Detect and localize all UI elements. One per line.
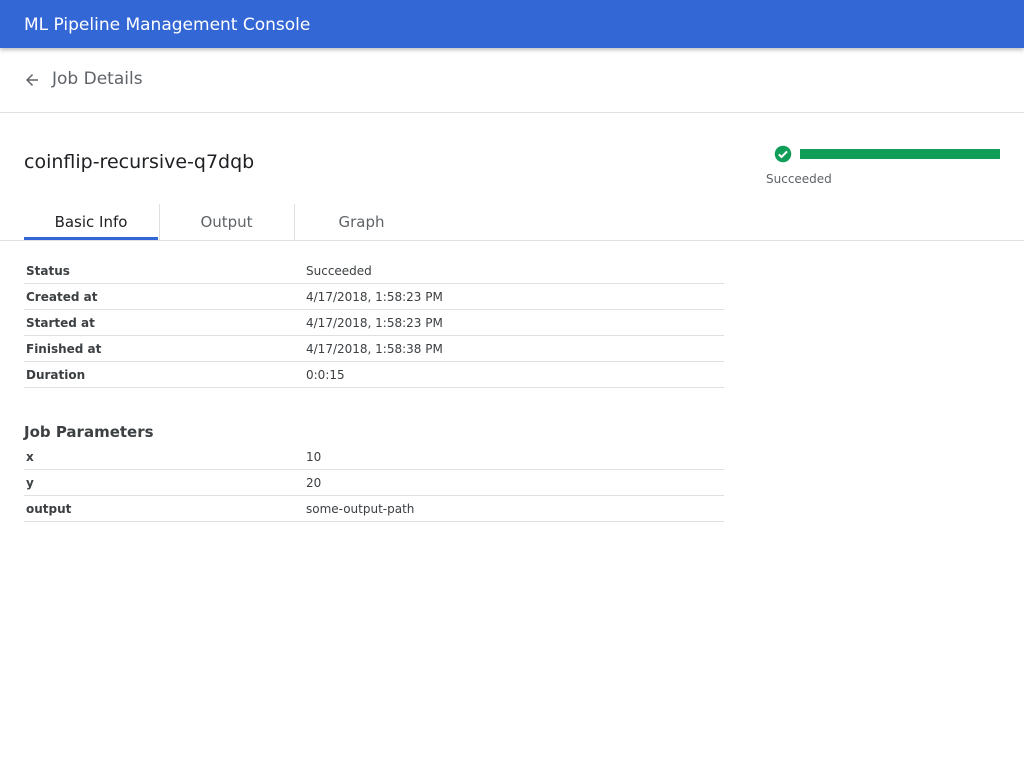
- row-key: x: [26, 450, 34, 464]
- row-value: 4/17/2018, 1:58:38 PM: [306, 342, 443, 356]
- back-button[interactable]: [20, 68, 44, 92]
- arrow-back-icon: [26, 74, 38, 86]
- job-status: Succeeded: [766, 144, 1006, 194]
- row-key: y: [26, 476, 34, 490]
- tab-output[interactable]: Output: [159, 204, 293, 240]
- row-key: Started at: [26, 316, 95, 330]
- check-circle-icon: [774, 145, 792, 163]
- row-value: 0:0:15: [306, 368, 345, 382]
- table-row: Finished at 4/17/2018, 1:58:38 PM: [24, 336, 724, 362]
- app-toolbar: ML Pipeline Management Console: [0, 0, 1024, 48]
- page-title: Job Details: [52, 69, 143, 89]
- tab-graph[interactable]: Graph: [294, 204, 428, 240]
- table-row: Duration 0:0:15: [24, 362, 724, 388]
- row-value: 4/17/2018, 1:58:23 PM: [306, 316, 443, 330]
- row-value: 4/17/2018, 1:58:23 PM: [306, 290, 443, 304]
- status-progress-fill: [800, 149, 1000, 159]
- job-parameters-title: Job Parameters: [24, 423, 154, 441]
- row-value: some-output-path: [306, 502, 415, 516]
- row-key: Finished at: [26, 342, 102, 356]
- page-header: Job Details: [0, 48, 1024, 113]
- status-progress-bar: [800, 149, 1000, 159]
- basic-info-table: Status Succeeded Created at 4/17/2018, 1…: [24, 258, 724, 388]
- job-parameters-table: x 10 y 20 output some-output-path: [24, 444, 724, 522]
- table-row: Created at 4/17/2018, 1:58:23 PM: [24, 284, 724, 310]
- table-row: x 10: [24, 444, 724, 470]
- table-row: Started at 4/17/2018, 1:58:23 PM: [24, 310, 724, 336]
- tab-basic-info[interactable]: Basic Info: [24, 204, 158, 240]
- table-row: y 20: [24, 470, 724, 496]
- row-key: Status: [26, 264, 70, 278]
- row-value: 20: [306, 476, 322, 490]
- job-name: coinflip-recursive-q7dqb: [24, 151, 255, 173]
- row-key: Created at: [26, 290, 98, 304]
- app-title: ML Pipeline Management Console: [24, 15, 311, 35]
- tab-bar: Basic Info Output Graph: [0, 204, 1024, 241]
- row-key: output: [26, 502, 72, 516]
- table-row: output some-output-path: [24, 496, 724, 522]
- status-label: Succeeded: [766, 172, 832, 186]
- row-value: Succeeded: [306, 264, 372, 278]
- row-key: Duration: [26, 368, 86, 382]
- table-row: Status Succeeded: [24, 258, 724, 284]
- active-tab-indicator: [24, 237, 158, 240]
- row-value: 10: [306, 450, 322, 464]
